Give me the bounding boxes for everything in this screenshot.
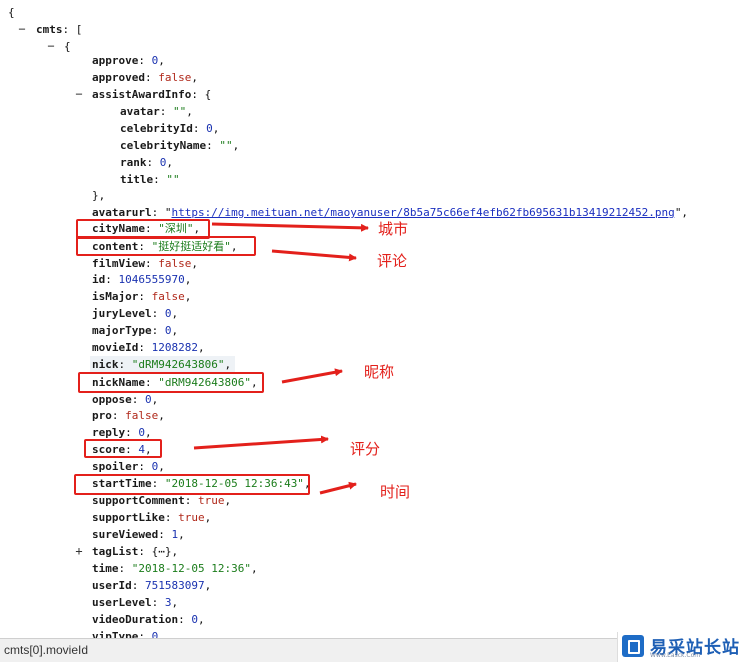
arrow-comment (271, 249, 357, 262)
arrow-nickname (281, 368, 343, 384)
json-row-ismajor: isMajor: false, (92, 290, 192, 303)
json-row-movieid: movieId: 1208282, (92, 341, 205, 354)
arrow-city (211, 222, 369, 232)
json-row-starttime: startTime: "2018-12-05 12:36:43", (92, 477, 311, 490)
json-row-content: content: "挺好挺适好看", (92, 240, 238, 253)
json-row-rank: rank: 0, (120, 156, 173, 169)
json-row-pro: pro: false, (92, 409, 165, 422)
json-row-majortype: majorType: 0, (92, 324, 179, 337)
json-row-supportcomment: supportComment: true, (92, 494, 232, 507)
json-row-reply: reply: 0, (92, 426, 152, 439)
assistawardinfo-close: }, (92, 189, 106, 202)
arrow-score (193, 435, 329, 450)
annotation-city: 城市 (378, 220, 409, 238)
json-row-nickname: nickName: "dRM942643806", (92, 376, 258, 389)
json-row-spoiler: spoiler: 0, (92, 460, 165, 473)
json-row-celebrityname: celebrityName: "", (120, 139, 240, 152)
json-path: cmts[0].movieId (4, 643, 89, 657)
json-row-nick: nick: "dRM942643806", (90, 356, 236, 373)
watermark: 易采站长站 Www.Easck.Com (617, 632, 752, 662)
collapse-cmts-toggle[interactable]: − (16, 21, 28, 38)
json-row-title: title: "" (120, 173, 180, 186)
json-row-cityname: cityName: "深圳", (92, 222, 201, 235)
annotation-comment: 评论 (377, 252, 408, 270)
taglist-collapsed[interactable]: {⋯} (152, 545, 172, 558)
annotation-time: 时间 (380, 483, 411, 501)
watermark-subtext: Www.Easck.Com (650, 652, 701, 659)
json-row-oppose: oppose: 0, (92, 393, 159, 406)
json-row-jurylevel: juryLevel: 0, (92, 307, 179, 320)
avatarurl-link[interactable]: https://img.meituan.net/maoyanuser/8b5a7… (171, 206, 674, 219)
expand-taglist-toggle[interactable]: + (73, 543, 85, 560)
json-row-approve: approve: 0, (92, 54, 165, 67)
watermark-logo-icon (622, 635, 644, 657)
json-row-userid: userId: 751583097, (92, 579, 212, 592)
json-row-id: id: 1046555970, (92, 273, 192, 286)
json-row-score: score: 4, (92, 443, 152, 456)
json-row-sureviewed: sureViewed: 1, (92, 528, 185, 541)
json-row-celebrityid: celebrityId: 0, (120, 122, 220, 135)
annotation-score: 评分 (350, 440, 381, 458)
json-row-supportlike: supportLike: true, (92, 511, 212, 524)
collapse-assistawardinfo-toggle[interactable]: − (73, 86, 85, 103)
json-row-avatar: avatar: "", (120, 105, 193, 118)
json-row-videoduration: videoDuration: 0, (92, 613, 205, 626)
json-viewer: { − cmts: [ − { approve: 0, approved: fa… (0, 0, 752, 640)
json-row-time: time: "2018-12-05 12:36", (92, 562, 258, 575)
collapse-item-toggle[interactable]: − (45, 38, 57, 55)
arrow-time (319, 481, 357, 495)
cmts-key: cmts (36, 23, 63, 36)
annotation-nickname: 昵称 (364, 363, 395, 381)
root-open-brace: { (8, 6, 15, 19)
json-row-userlevel: userLevel: 3, (92, 596, 179, 609)
json-row-filmview: filmView: false, (92, 257, 198, 270)
json-row-approved: approved: false, (92, 71, 198, 84)
